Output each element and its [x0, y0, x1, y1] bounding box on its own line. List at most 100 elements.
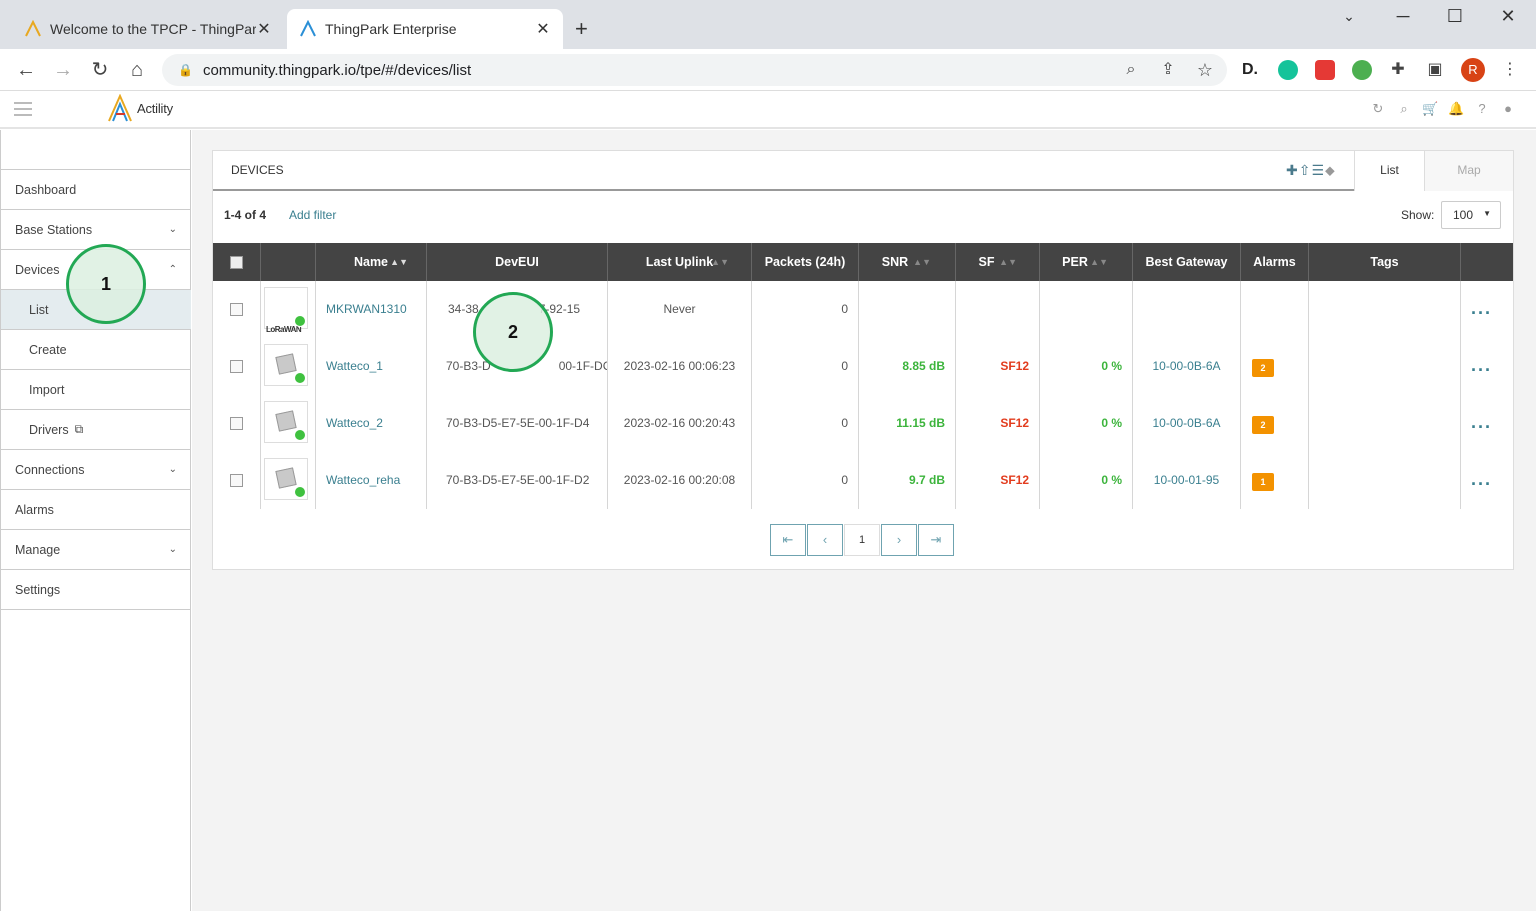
sidebar-item-base-stations[interactable]: Base Stations ⌄ [1, 210, 191, 250]
current-page[interactable]: 1 [844, 524, 880, 556]
address-bar[interactable]: 🔒 community.thingpark.io/tpe/#/devices/l… [162, 54, 1227, 86]
device-image-icon [275, 467, 297, 489]
add-filter-link[interactable]: Add filter [289, 208, 336, 222]
sidebar-item-label: Base Stations [15, 222, 93, 237]
column-sf[interactable]: SF ▲▼ [956, 243, 1040, 281]
minimize-icon[interactable]: ─ [1388, 6, 1418, 27]
bell-icon[interactable]: 🔔 [1448, 101, 1464, 117]
table-row[interactable]: Watteco_reha 70-B3-D5-E7-5E-00-1F-D2 202… [213, 452, 1513, 509]
sidebar-item-create[interactable]: Create [1, 330, 191, 370]
sidebar-item-manage[interactable]: Manage ⌄ [1, 530, 191, 570]
cart-icon[interactable]: 🛒 [1422, 101, 1438, 117]
row-actions-icon[interactable]: ··· [1471, 342, 1492, 395]
snr-cell: 11.15 dB [859, 395, 956, 452]
row-checkbox[interactable] [230, 360, 243, 373]
column-name[interactable]: Name ▲▼ [316, 243, 427, 281]
alarm-count-badge[interactable]: 1 [1252, 473, 1274, 491]
sidebar-item-connections[interactable]: Connections ⌄ [1, 450, 191, 490]
grammarly-icon[interactable] [1278, 60, 1298, 80]
tab-map[interactable]: Map [1424, 151, 1513, 191]
search-icon[interactable]: ⌕ [1396, 101, 1412, 117]
reload-icon[interactable]: ↻ [88, 58, 112, 82]
extension-red-icon[interactable] [1315, 60, 1335, 80]
row-checkbox[interactable] [230, 417, 243, 430]
close-tab-icon[interactable]: ✕ [535, 19, 551, 39]
close-window-icon[interactable]: ✕ [1493, 6, 1523, 27]
next-page-button[interactable]: › [881, 524, 917, 556]
bookmark-star-icon[interactable]: ☆ [1193, 58, 1217, 82]
select-all-checkbox[interactable] [230, 256, 243, 269]
maximize-icon[interactable]: ☐ [1440, 6, 1470, 27]
page-size-value: 100 [1453, 208, 1474, 222]
side-panel-icon[interactable]: ▣ [1423, 58, 1447, 82]
gateway-cell[interactable]: 10-00-01-95 [1133, 452, 1241, 509]
sidebar-item-dashboard[interactable]: Dashboard [1, 170, 191, 210]
home-icon[interactable]: ⌂ [125, 58, 149, 82]
extensions-puzzle-icon[interactable]: ✚ [1386, 58, 1410, 82]
forward-icon[interactable]: → [51, 58, 75, 82]
extension-green-icon[interactable] [1352, 60, 1372, 80]
refresh-icon[interactable]: ↻ [1370, 101, 1386, 117]
row-actions-icon[interactable]: ··· [1471, 399, 1492, 452]
close-tab-icon[interactable]: ✕ [256, 19, 272, 39]
sidebar-item-settings[interactable]: Settings [1, 570, 191, 610]
table-row[interactable]: Watteco_2 70-B3-D5-E7-5E-00-1F-D4 2023-0… [213, 395, 1513, 452]
last-page-button[interactable]: ⇥ [918, 524, 954, 556]
browser-menu-icon[interactable]: ⋮ [1498, 58, 1522, 82]
table-row[interactable]: LoRaWAN MKRWAN1310 34-38 7-92-15 Never 0 … [213, 281, 1513, 338]
hamburger-menu-icon[interactable] [14, 102, 32, 116]
main-content: DEVICES ✚⇧☰⬥ List Map 1-4 of 4 Add filte… [192, 130, 1536, 911]
user-icon[interactable]: ● [1500, 101, 1516, 117]
device-name-link[interactable]: Watteco_1 [316, 338, 427, 395]
prev-page-button[interactable]: ‹ [807, 524, 843, 556]
device-name-link[interactable]: Watteco_2 [316, 395, 427, 452]
column-alarms[interactable]: Alarms [1241, 243, 1309, 281]
column-snr[interactable]: SNR ▲▼ [859, 243, 956, 281]
sidebar-item-import[interactable]: Import [1, 370, 191, 410]
column-label: Best Gateway [1145, 255, 1228, 269]
tag-icon[interactable]: ⬥ [1325, 162, 1336, 178]
actility-logo[interactable]: Actility [107, 94, 173, 122]
share-icon[interactable]: ⇪ [1156, 58, 1180, 82]
column-last-uplink[interactable]: Last Uplink ▲▼ [608, 243, 752, 281]
column-best-gateway[interactable]: Best Gateway [1133, 243, 1241, 281]
last-uplink-cell: 2023-02-16 00:06:23 [608, 338, 752, 395]
device-name-link[interactable]: Watteco_reha [316, 452, 427, 509]
row-actions-icon[interactable]: ··· [1471, 456, 1492, 509]
tab-search-icon[interactable]: ⌄ [1334, 8, 1364, 25]
device-name-link[interactable]: MKRWAN1310 [316, 281, 427, 338]
gateway-cell[interactable]: 10-00-0B-6A [1133, 338, 1241, 395]
gateway-cell[interactable]: 10-00-0B-6A [1133, 395, 1241, 452]
alarm-count-badge[interactable]: 2 [1252, 359, 1274, 377]
add-device-icon[interactable]: ✚ [1286, 162, 1299, 178]
chevron-down-icon: ⌄ [168, 224, 177, 235]
table-row[interactable]: Watteco_1 70-B3-D 00-1F-DC 2023-02-16 00:… [213, 338, 1513, 395]
upload-icon[interactable]: ⇧ [1299, 162, 1312, 178]
sidebar-item-alarms[interactable]: Alarms [1, 490, 191, 530]
row-actions-icon[interactable]: ··· [1471, 285, 1492, 338]
column-tags[interactable]: Tags [1309, 243, 1461, 281]
sidebar-item-drivers[interactable]: Drivers ⧉ [1, 410, 191, 450]
page-size-select[interactable]: 100 ▼ [1441, 201, 1501, 229]
column-packets[interactable]: Packets (24h) [752, 243, 859, 281]
gateway-cell[interactable] [1133, 281, 1241, 338]
extension-d-icon[interactable]: D. [1238, 58, 1262, 82]
row-checkbox[interactable] [230, 303, 243, 316]
list-options-icon[interactable]: ☰ [1311, 162, 1325, 178]
thingpark-favicon-icon [25, 20, 41, 37]
help-icon[interactable]: ? [1474, 101, 1490, 117]
first-page-button[interactable]: ⇤ [770, 524, 806, 556]
column-deveui[interactable]: DevEUI [427, 243, 608, 281]
table-header: Name ▲▼ DevEUI Last Uplink ▲▼ Packets (24h… [213, 243, 1513, 281]
row-checkbox[interactable] [230, 474, 243, 487]
back-icon[interactable]: ← [14, 58, 38, 82]
column-per[interactable]: PER ▲▼ [1040, 243, 1133, 281]
tab-list[interactable]: List [1354, 151, 1424, 191]
zoom-icon[interactable]: ⌕ [1119, 58, 1143, 82]
profile-avatar[interactable]: R [1461, 58, 1485, 82]
alarm-count-badge[interactable]: 2 [1252, 416, 1274, 434]
browser-tab-thingpark[interactable]: ThingPark Enterprise ✕ [287, 9, 563, 49]
last-uplink-cell: 2023-02-16 00:20:08 [608, 452, 752, 509]
new-tab-icon[interactable]: + [575, 16, 588, 42]
browser-tab-welcome[interactable]: Welcome to the TPCP - ThingPar ✕ [12, 9, 284, 49]
